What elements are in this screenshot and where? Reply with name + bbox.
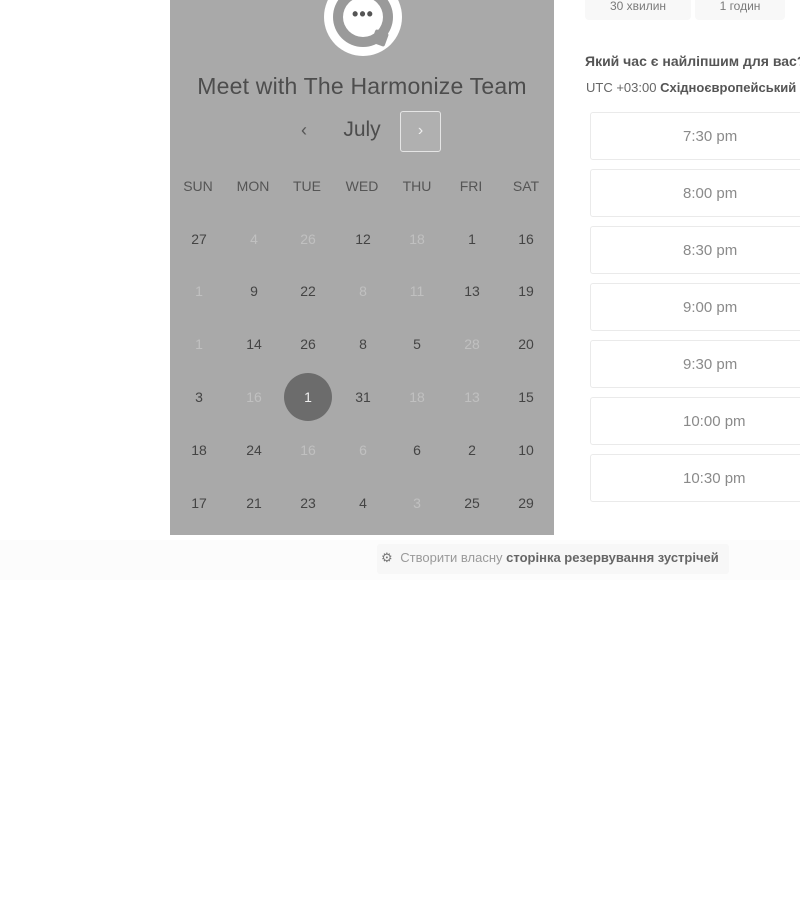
calendar-day: 16 [300,442,316,458]
duration-tab-1h[interactable]: 1 годин [695,0,785,20]
hubspot-sprocket-icon: ⚙ [381,550,393,565]
calendar-day[interactable]: 9 [230,267,278,315]
timezone-name: Східноєвропейський час [660,80,800,95]
calendar-day[interactable]: 23 [284,479,332,527]
calendar-day[interactable]: 1 [448,215,496,263]
calendar-day[interactable]: 27 [175,215,223,263]
calendar-day[interactable]: 16 [502,215,550,263]
calendar-day[interactable]: 13 [448,267,496,315]
calendar-day[interactable]: 8 [339,320,387,368]
time-slot-label: 8:30 pm [683,242,738,259]
weekday-sun: SUN [183,178,213,194]
chat-bubble-icon: ••• [333,0,393,47]
duration-tab-30min[interactable]: 30 хвилин [585,0,691,20]
calendar-day[interactable]: 18 [175,426,223,474]
calendar-day[interactable]: 22 [284,267,332,315]
calendar-day[interactable]: 19 [502,267,550,315]
calendar-day: 4 [250,231,258,247]
calendar-day: 18 [409,231,425,247]
booking-page: ••• Meet with The Harmonize Team ‹ July … [0,0,800,900]
month-label: July [343,118,381,141]
calendar-day: 3 [413,495,421,511]
calendar-day[interactable]: 25 [448,479,496,527]
calendar-day[interactable]: 31 [339,373,387,421]
calendar-day[interactable]: 20 [502,320,550,368]
time-slot[interactable]: 8:00 pm [590,169,800,217]
weekday-tue: TUE [293,178,321,194]
footer-link-text: сторінка резервування зустрічей [506,550,719,565]
calendar-day[interactable]: 17 [175,479,223,527]
calendar-day[interactable]: 5 [393,320,441,368]
calendar-day[interactable]: 4 [339,479,387,527]
duration-tabs: 30 хвилин 1 годин [585,0,800,20]
page-title: Meet with The Harmonize Team [197,73,527,99]
time-slot[interactable]: 10:30 pm [590,454,800,502]
weekday-wed: WED [345,178,379,194]
calendar-panel: ••• Meet with The Harmonize Team ‹ July … [170,0,554,535]
calendar-day: 26 [300,231,316,247]
time-slot[interactable]: 8:30 pm [590,226,800,274]
calendar-day: 11 [409,283,425,299]
time-slot-label: 8:00 pm [683,185,738,202]
calendar-day[interactable]: 2 [448,426,496,474]
create-booking-page-link[interactable]: ⚙ Створити власну сторінка резервування … [377,544,729,574]
calendar-day[interactable]: 29 [502,479,550,527]
time-slot[interactable]: 7:30 pm [590,112,800,160]
calendar-day: 13 [464,389,480,405]
weekday-mon: MON [236,178,270,194]
time-slot[interactable]: 9:00 pm [590,283,800,331]
time-slot[interactable]: 10:00 pm [590,397,800,445]
timezone-offset: UTC +03:00 [586,80,657,95]
calendar-day[interactable]: 3 [175,373,223,421]
calendar-day-selected[interactable]: 1 [284,373,332,421]
weekday-thu: THU [402,178,432,194]
next-month-button[interactable]: › [400,111,441,152]
time-slot-label: 9:30 pm [683,356,738,373]
calendar-day[interactable]: 24 [230,426,278,474]
time-slot-label: 10:30 pm [683,470,746,487]
calendar-day[interactable]: 21 [230,479,278,527]
weekday-sat: SAT [512,178,540,194]
calendar-day[interactable]: 26 [284,320,332,368]
calendar-day: 18 [409,389,425,405]
calendar-day[interactable]: 15 [502,373,550,421]
weekday-fri: FRI [459,178,483,194]
weekday-header: SUN MON TUE WED THU FRI SAT [171,178,555,196]
time-slot[interactable]: 9:30 pm [590,340,800,388]
calendar-day: 28 [464,336,480,352]
calendar-day[interactable]: 12 [339,215,387,263]
timezone-selector[interactable]: UTC +03:00 Східноєвропейський час [586,80,800,95]
calendar-day[interactable]: 6 [393,426,441,474]
time-question: Який час є найліпшим для вас? [585,53,800,69]
calendar-day[interactable]: 14 [230,320,278,368]
time-slot-label: 10:00 pm [683,413,746,430]
month-navigation: ‹ July › [170,110,554,152]
calendar-day: 1 [195,283,203,299]
time-slot-label: 7:30 pm [683,128,738,145]
time-slot-label: 9:00 pm [683,299,738,316]
team-avatar: ••• [324,0,402,56]
calendar-day: 16 [246,389,262,405]
calendar-day: 1 [195,336,203,352]
calendar-day: 6 [359,442,367,458]
calendar-day[interactable]: 10 [502,426,550,474]
calendar-day: 8 [359,283,367,299]
footer-prefix: Створити власну [400,550,503,565]
